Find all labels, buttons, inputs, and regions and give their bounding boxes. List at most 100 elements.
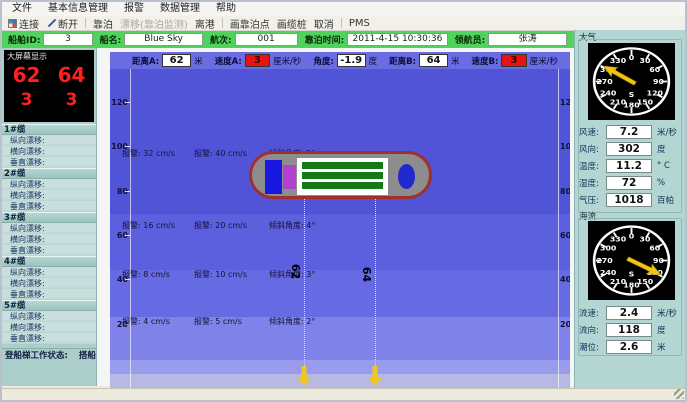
measure-line-a <box>304 199 305 370</box>
cable-group-5: 5#缆 纵向漂移: 横向漂移: 垂直漂移: <box>2 300 96 344</box>
chart-header-bar: 距离A: 62 米 速度A: 3 厘米/秒 角度: -1.9 度 距离B: 64… <box>110 52 570 69</box>
wind-direction-row: 风向:302度 <box>579 140 683 157</box>
toolbar-separator <box>341 18 342 28</box>
alarm-b: 报警: 10 cm/s <box>194 269 269 280</box>
pencil-icon <box>46 18 56 28</box>
voyage-label: 航次: <box>210 33 232 46</box>
ship-id-field[interactable]: 3 <box>43 33 92 46</box>
ship-deck-hatches <box>297 158 388 195</box>
svg-text:270: 270 <box>596 256 612 265</box>
berth-time-field[interactable]: 2011-4-15 10:30:36 <box>347 33 447 46</box>
vertical-drift-label: 垂直漂移: <box>2 289 96 300</box>
svg-text:90: 90 <box>653 256 664 265</box>
svg-text:330: 330 <box>610 235 626 244</box>
longitudinal-drift-label: 纵向漂移: <box>2 267 96 278</box>
connect-icon <box>8 19 17 28</box>
tilt-angle: 倾斜角度: 2° <box>269 316 369 327</box>
cable-header: 2#缆 <box>2 168 96 179</box>
toolbar-separator <box>85 18 86 28</box>
voyage-field[interactable]: 001 <box>235 33 298 46</box>
tide-level-row: 潮位:2.6米 <box>579 338 683 355</box>
menu-data[interactable]: 数据管理 <box>160 2 200 16</box>
svg-text:300: 300 <box>600 244 616 253</box>
pilot-field[interactable]: 张涛 <box>488 33 567 46</box>
tick-mark <box>125 235 130 236</box>
ship-superstructure <box>283 165 296 189</box>
cable-group-4: 4#缆 纵向漂移: 横向漂移: 垂直漂移: <box>2 256 96 300</box>
axis-tick: 80 <box>560 187 570 196</box>
toolbar-separator <box>222 18 223 28</box>
ship-diagram[interactable] <box>249 151 432 199</box>
cable-header: 1#缆 <box>2 124 96 135</box>
distance-b-label: 距离B: <box>389 55 416 67</box>
speed-b-display: 3 <box>49 88 94 112</box>
svg-text:S: S <box>629 270 635 279</box>
ship-bridge <box>265 160 282 194</box>
menu-basic-info[interactable]: 基本信息管理 <box>48 2 108 16</box>
svg-text:S: S <box>629 90 635 98</box>
drift-monitor-button[interactable]: 漂移(靠泊监测) <box>120 16 188 31</box>
alarm-a: 报警: 4 cm/s <box>122 316 194 327</box>
pilot-label: 领航员: <box>455 33 486 46</box>
draw-berth-point-button[interactable]: 画靠泊点 <box>230 16 270 31</box>
resize-grip[interactable] <box>674 389 684 399</box>
menu-alarm[interactable]: 报警 <box>124 2 144 16</box>
depart-button[interactable]: 离港 <box>195 16 215 31</box>
tick-mark <box>125 102 130 103</box>
lateral-drift-label: 横向漂移: <box>2 322 96 333</box>
disconnect-label: 断开 <box>58 16 78 31</box>
axis-tick: 60 <box>560 231 570 240</box>
alarm-a: 报警: 8 cm/s <box>122 269 194 280</box>
tick-mark <box>125 191 130 192</box>
ship-name-label: 船名: <box>100 33 122 46</box>
cable-group-2: 2#缆 纵向漂移: 横向漂移: 垂直漂移: <box>2 168 96 212</box>
measure-label-b: 64 <box>360 267 373 282</box>
alarm-b: 报警: 20 cm/s <box>194 220 269 231</box>
menu-help[interactable]: 帮助 <box>216 2 236 16</box>
svg-text:90: 90 <box>653 77 664 85</box>
alarm-a: 报警: 32 cm/s <box>122 148 194 159</box>
connect-button[interactable]: 连接 <box>8 16 39 31</box>
berthing-chart: 距离A: 62 米 速度A: 3 厘米/秒 角度: -1.9 度 距离B: 64… <box>97 48 574 386</box>
pms-button[interactable]: PMS <box>349 18 370 29</box>
longitudinal-drift-label: 纵向漂移: <box>2 311 96 322</box>
vertical-drift-label: 垂直漂移: <box>2 157 96 168</box>
angle-unit: 度 <box>369 55 378 67</box>
berth-button[interactable]: 靠泊 <box>93 16 113 31</box>
alarm-b: 报警: 5 cm/s <box>194 316 269 327</box>
speed-b-alarm-value: 3 <box>501 54 526 67</box>
distance-a-unit: 米 <box>194 55 203 67</box>
vertical-drift-label: 垂直漂移: <box>2 333 96 344</box>
disconnect-button[interactable]: 断开 <box>46 16 78 31</box>
menu-file[interactable]: 文件 <box>12 2 32 16</box>
alarm-threshold-row: 报警: 16 cm/s 报警: 20 cm/s 倾斜角度: 4° <box>110 220 570 231</box>
humidity-row: 湿度:72% <box>579 174 683 191</box>
distance-b-display: 64 <box>49 62 94 88</box>
berth-time-label: 靠泊时间: <box>305 33 345 46</box>
svg-text:210: 210 <box>610 98 626 106</box>
connect-label: 连接 <box>19 16 39 31</box>
app-window: 文件 基本信息管理 报警 数据管理 帮助 连接 断开 靠泊 漂移(靠泊监测) 离… <box>0 0 687 402</box>
cable-header: 5#缆 <box>2 300 96 311</box>
wind-direction-gauge: 0 30 60 90 120 150 180 210 240 270 300 3… <box>588 43 675 120</box>
environment-panel: 大气 0 <box>574 30 685 398</box>
ship-bow <box>398 164 415 189</box>
zone-band <box>110 360 570 374</box>
distance-a-label: 距离A: <box>132 55 159 67</box>
speed-a-alarm-value: 3 <box>245 54 270 67</box>
lateral-drift-label: 横向漂移: <box>2 190 96 201</box>
draw-bollard-button[interactable]: 画缆桩 <box>277 16 307 31</box>
ship-info-bar: 船舶ID: 3 船名: Blue Sky 航次: 001 靠泊时间: 2011-… <box>2 31 574 48</box>
cancel-button[interactable]: 取消 <box>314 16 334 31</box>
distance-b-unit: 米 <box>451 55 460 67</box>
measure-line-b <box>375 199 376 370</box>
sidebar: 大屏幕显示 62 64 3 3 1#缆 纵向漂移: 横向漂移: 垂直漂移: 2#… <box>2 48 97 386</box>
angle-label: 角度: <box>313 55 333 67</box>
longitudinal-drift-label: 纵向漂移: <box>2 179 96 190</box>
vertical-drift-label: 垂直漂移: <box>2 201 96 212</box>
tilt-angle: 倾斜角度: 4° <box>269 220 369 231</box>
ship-name-field[interactable]: Blue Sky <box>124 33 203 46</box>
temperature-row: 温度:11.2° C <box>579 157 683 174</box>
svg-text:60: 60 <box>649 65 660 73</box>
svg-text:240: 240 <box>600 89 616 97</box>
